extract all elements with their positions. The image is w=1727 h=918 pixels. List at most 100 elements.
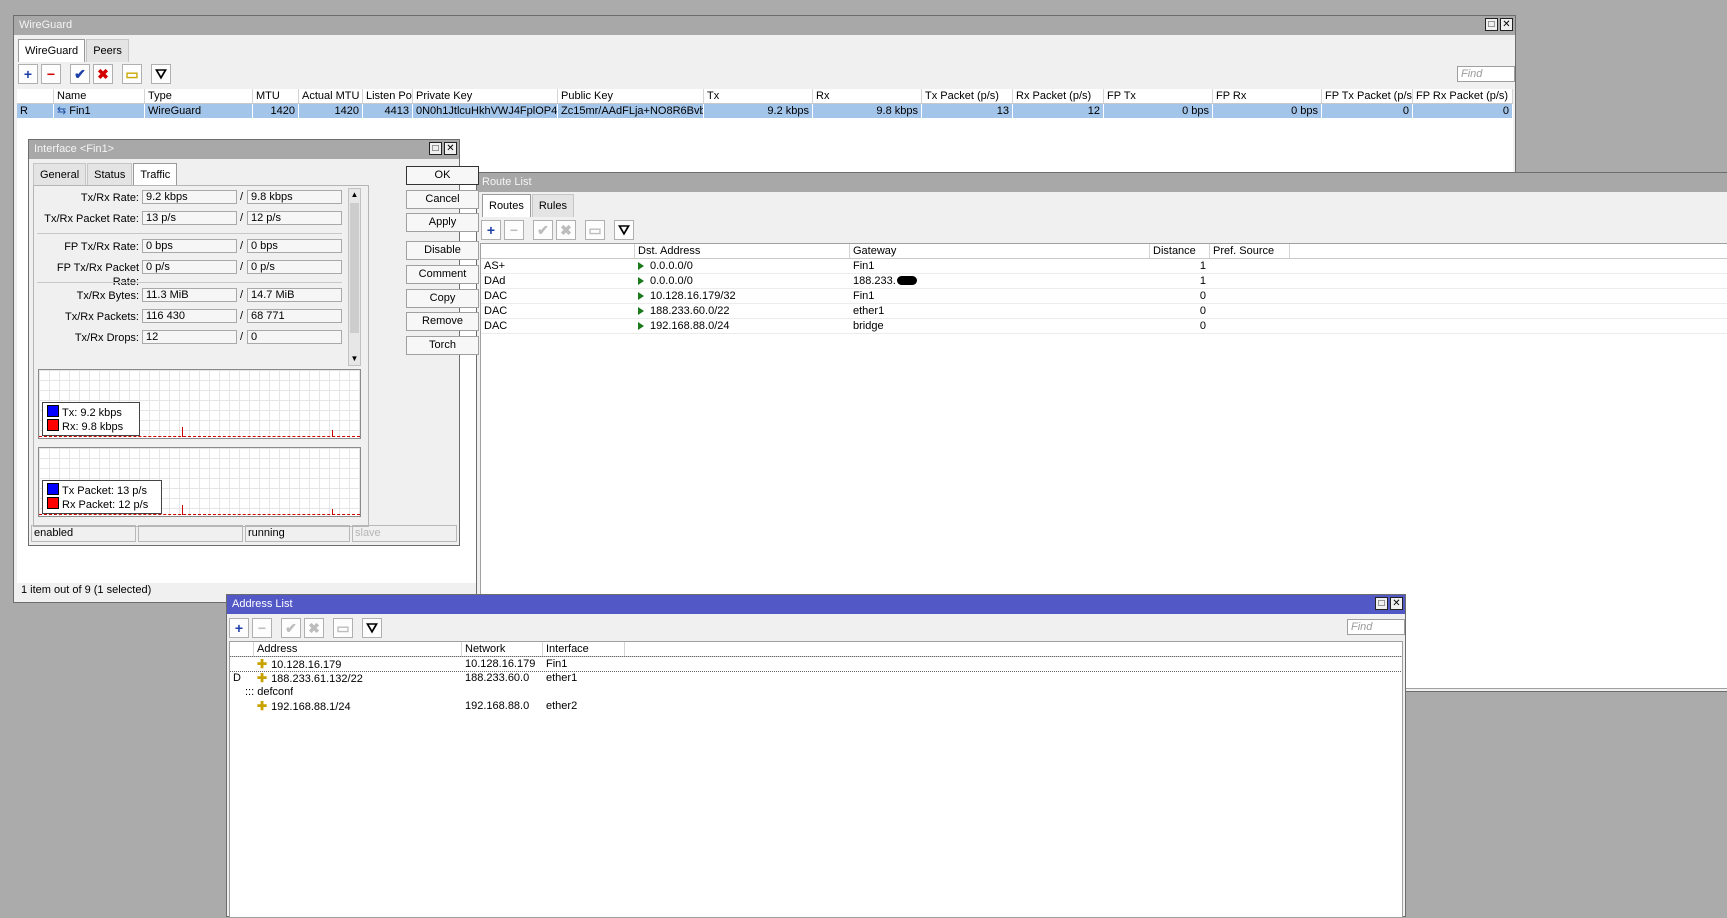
table-row[interactable]: ✚ 10.128.16.179 10.128.16.179 Fin1: [230, 656, 1402, 672]
col-tx[interactable]: Tx: [704, 89, 813, 103]
cancel-button[interactable]: Cancel: [406, 190, 479, 209]
table-row[interactable]: AS+ 0.0.0.0/0 Fin1 1: [481, 259, 1727, 274]
interface-titlebar[interactable]: Interface <Fin1> □ ✕: [29, 140, 459, 159]
rx-drops-field[interactable]: 0: [247, 330, 342, 344]
col-dst-address[interactable]: Dst. Address: [635, 244, 850, 258]
col-fp-rx[interactable]: FP Rx: [1213, 89, 1322, 103]
col-rx-packet[interactable]: Rx Packet (p/s): [1013, 89, 1104, 103]
col-rx[interactable]: Rx: [813, 89, 922, 103]
tx-packet-rate-field[interactable]: 13 p/s: [142, 211, 237, 225]
search-input[interactable]: Find: [1347, 619, 1405, 635]
col-fp-tx[interactable]: FP Tx: [1104, 89, 1213, 103]
remove-icon[interactable]: −: [252, 618, 272, 638]
enable-icon[interactable]: ✔: [281, 618, 301, 638]
copy-button[interactable]: Copy: [406, 289, 479, 308]
scroll-thumb[interactable]: [350, 203, 359, 333]
tab-rules[interactable]: Rules: [531, 194, 574, 217]
close-icon[interactable]: ✕: [1390, 597, 1403, 610]
add-icon[interactable]: +: [18, 64, 38, 84]
apply-button[interactable]: Apply: [406, 213, 479, 232]
add-icon[interactable]: +: [229, 618, 249, 638]
rx-bytes-field[interactable]: 14.7 MiB: [247, 288, 342, 302]
disable-icon[interactable]: ✖: [556, 220, 576, 240]
col-listen-port[interactable]: Listen Port: [363, 89, 413, 103]
tab-general[interactable]: General: [33, 163, 87, 186]
col-interface[interactable]: Interface: [543, 642, 625, 656]
filter-icon[interactable]: ⛛: [362, 618, 382, 638]
maximize-icon[interactable]: □: [429, 142, 442, 155]
add-icon[interactable]: +: [481, 220, 501, 240]
col-public-key[interactable]: Public Key: [558, 89, 704, 103]
torch-button[interactable]: Torch: [406, 336, 479, 355]
col-tx-packet[interactable]: Tx Packet (p/s): [922, 89, 1013, 103]
route-list-titlebar[interactable]: Route List: [477, 173, 1727, 192]
scroll-up-icon[interactable]: ▲: [349, 189, 360, 201]
fp-tx-rate-field[interactable]: 0 bps: [142, 239, 237, 253]
col-fp-rx-packet[interactable]: FP Rx Packet (p/s): [1413, 89, 1513, 103]
tab-wireguard[interactable]: WireGuard: [18, 39, 86, 62]
wireguard-titlebar[interactable]: WireGuard □ ✕: [14, 16, 1515, 35]
col-name[interactable]: Name: [54, 89, 145, 103]
fp-rx-rate-field[interactable]: 0 bps: [247, 239, 342, 253]
remove-icon[interactable]: −: [504, 220, 524, 240]
col-actual-mtu[interactable]: Actual MTU: [299, 89, 363, 103]
col-distance[interactable]: Distance: [1150, 244, 1210, 258]
tab-traffic[interactable]: Traffic: [133, 163, 178, 186]
fp-rx-packet-rate-field[interactable]: 0 p/s: [247, 260, 342, 274]
col-mtu[interactable]: MTU: [253, 89, 299, 103]
disable-icon[interactable]: ✖: [304, 618, 324, 638]
scroll-down-icon[interactable]: ▼: [349, 353, 360, 365]
table-row[interactable]: DAC 188.233.60.0/22 ether1 0: [481, 304, 1727, 319]
ok-button[interactable]: OK: [406, 166, 479, 185]
table-row[interactable]: D ✚ 188.233.61.132/22 188.233.60.0 ether1: [230, 671, 1402, 685]
comment-icon[interactable]: ▭: [122, 64, 142, 84]
tx-packets-field[interactable]: 116 430: [142, 309, 237, 323]
scrollbar[interactable]: ▲ ▼: [348, 188, 361, 366]
tx-rate-field[interactable]: 9.2 kbps: [142, 190, 237, 204]
col-fp-tx-packet[interactable]: FP Tx Packet (p/s): [1322, 89, 1413, 103]
search-input[interactable]: Find: [1457, 66, 1515, 82]
table-row[interactable]: ✚ 192.168.88.1/24 192.168.88.0 ether2: [230, 699, 1402, 713]
rx-rate-field[interactable]: 9.8 kbps: [247, 190, 342, 204]
comment-icon[interactable]: ▭: [585, 220, 605, 240]
col-network[interactable]: Network: [462, 642, 543, 656]
maximize-icon[interactable]: □: [1375, 597, 1388, 610]
maximize-icon[interactable]: □: [1485, 18, 1498, 31]
tab-routes[interactable]: Routes: [482, 194, 531, 217]
filter-icon[interactable]: ⛛: [151, 64, 171, 84]
col-type[interactable]: Type: [145, 89, 253, 103]
col-address[interactable]: Address: [254, 642, 462, 656]
comment-button[interactable]: Comment: [406, 265, 479, 284]
filter-icon[interactable]: ⛛: [614, 220, 634, 240]
tx-bytes-field[interactable]: 11.3 MiB: [142, 288, 237, 302]
close-icon[interactable]: ✕: [1500, 18, 1513, 31]
route-dst-address: 192.168.88.0/24: [635, 319, 850, 333]
remove-icon[interactable]: −: [41, 64, 61, 84]
col-flag[interactable]: [17, 89, 54, 103]
tab-status[interactable]: Status: [87, 163, 133, 186]
comment-row[interactable]: ::: defconf: [230, 685, 1402, 699]
disable-icon[interactable]: ✖: [93, 64, 113, 84]
col-flags[interactable]: [481, 244, 635, 258]
col-gateway[interactable]: Gateway: [850, 244, 1150, 258]
col-private-key[interactable]: Private Key: [413, 89, 558, 103]
address-list-titlebar[interactable]: Address List □ ✕: [227, 595, 1405, 614]
table-row[interactable]: R ⇆ Fin1 WireGuard 1420 1420 4413 0N0h1Jt…: [17, 104, 1513, 118]
col-flag[interactable]: [230, 642, 254, 656]
enable-icon[interactable]: ✔: [70, 64, 90, 84]
fp-tx-packet-rate-field[interactable]: 0 p/s: [142, 260, 237, 274]
tx-drops-field[interactable]: 12: [142, 330, 237, 344]
comment-icon[interactable]: ▭: [333, 618, 353, 638]
col-pref-source[interactable]: Pref. Source: [1210, 244, 1290, 258]
table-row[interactable]: DAC 192.168.88.0/24 bridge 0: [481, 319, 1727, 334]
table-row[interactable]: DAC 10.128.16.179/32 Fin1 0: [481, 289, 1727, 304]
tab-peers[interactable]: Peers: [86, 39, 129, 62]
disable-button[interactable]: Disable: [406, 241, 479, 260]
table-row[interactable]: DAd 0.0.0.0/0 188.233. 1: [481, 274, 1727, 289]
rx-packet-rate-field[interactable]: 12 p/s: [247, 211, 342, 225]
close-icon[interactable]: ✕: [444, 142, 457, 155]
rx-packets-field[interactable]: 68 771: [247, 309, 342, 323]
enable-icon[interactable]: ✔: [533, 220, 553, 240]
remove-button[interactable]: Remove: [406, 312, 479, 331]
table-header: Dst. Address Gateway Distance Pref. Sour…: [481, 244, 1727, 259]
